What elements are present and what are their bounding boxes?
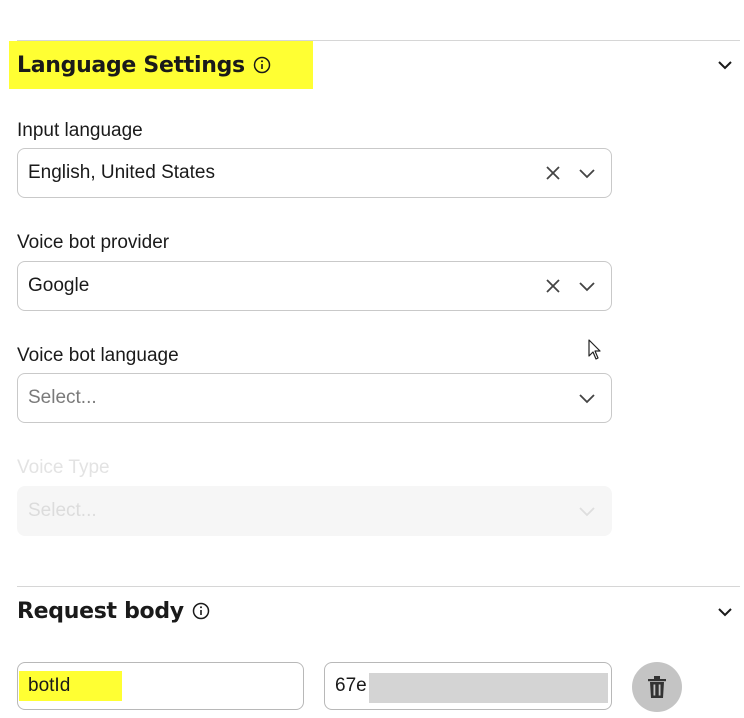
chevron-down-icon[interactable] bbox=[577, 388, 597, 408]
delete-row-button[interactable] bbox=[632, 662, 682, 712]
voice-bot-language-select[interactable]: Select... bbox=[17, 373, 612, 423]
info-icon[interactable] bbox=[192, 602, 210, 620]
request-body-key-input[interactable]: botId bbox=[17, 662, 304, 710]
input-language-select[interactable]: English, United States bbox=[17, 148, 612, 198]
redacted-value bbox=[369, 673, 608, 703]
trash-icon bbox=[648, 676, 666, 698]
request-body-key-value: botId bbox=[28, 675, 71, 696]
voice-bot-provider-label: Voice bot provider bbox=[17, 232, 170, 253]
language-settings-title-group: Language Settings bbox=[17, 40, 271, 90]
input-language-label: Input language bbox=[17, 120, 143, 141]
request-body-value-text: 67e bbox=[335, 675, 367, 696]
voice-bot-language-label: Voice bot language bbox=[17, 345, 179, 366]
language-settings-title: Language Settings bbox=[17, 52, 245, 78]
language-settings-header[interactable]: Language Settings bbox=[0, 40, 744, 90]
chevron-down-icon[interactable] bbox=[577, 276, 597, 296]
info-icon[interactable] bbox=[253, 56, 271, 74]
request-body-title: Request body bbox=[17, 598, 184, 624]
chevron-down-icon bbox=[579, 507, 595, 517]
voice-type-label: Voice Type bbox=[17, 457, 110, 478]
request-body-title-group: Request body bbox=[17, 586, 210, 636]
mouse-cursor-icon bbox=[588, 339, 601, 360]
voice-bot-language-placeholder: Select... bbox=[28, 387, 97, 408]
voice-type-placeholder: Select... bbox=[28, 500, 97, 521]
voice-bot-provider-value: Google bbox=[28, 275, 90, 296]
chevron-down-icon[interactable] bbox=[577, 163, 597, 183]
request-body-header[interactable]: Request body bbox=[0, 586, 744, 636]
clear-icon[interactable] bbox=[543, 276, 563, 296]
chevron-down-icon[interactable] bbox=[716, 56, 734, 74]
voice-type-select: Select... bbox=[17, 486, 612, 536]
clear-icon[interactable] bbox=[543, 163, 563, 183]
chevron-down-icon[interactable] bbox=[716, 603, 734, 621]
voice-bot-provider-select[interactable]: Google bbox=[17, 261, 612, 311]
input-language-value: English, United States bbox=[28, 162, 215, 183]
